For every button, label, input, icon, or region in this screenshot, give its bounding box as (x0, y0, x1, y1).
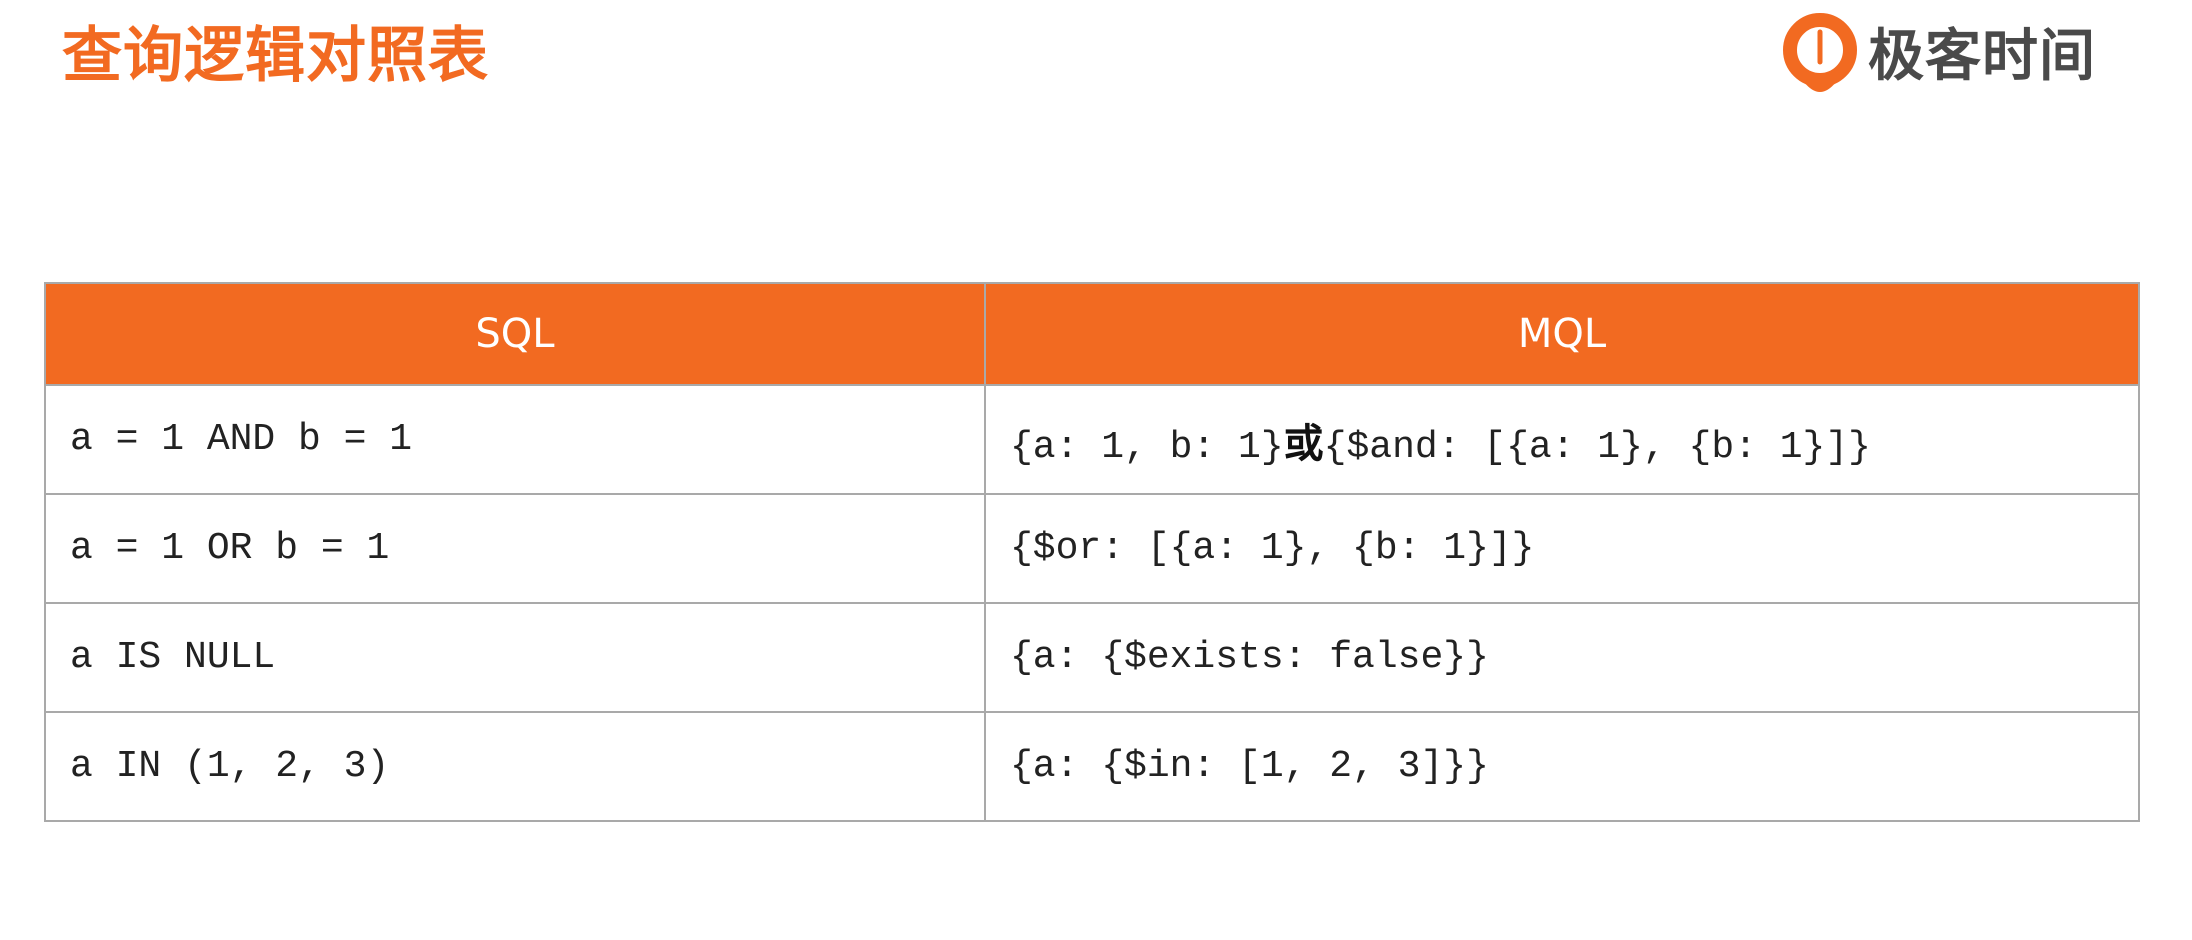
column-header-sql: SQL (44, 282, 986, 386)
page-title: 查询逻辑对照表 (62, 21, 489, 91)
mql-code: {a: 1, b: 1} (1010, 425, 1284, 469)
table-row: a = 1 AND b = 1 {a: 1, b: 1}或{$and: [{a:… (44, 384, 2140, 495)
comparison-table: SQL MQL a = 1 AND b = 1 {a: 1, b: 1}或{$a… (44, 282, 2140, 822)
brand: 极客时间 (1782, 12, 2096, 102)
geektime-logo-icon (1783, 13, 1857, 92)
mql-cell: {a: {$exists: false}} (984, 602, 2140, 713)
brand-name: 极客时间 (1868, 24, 2096, 89)
sql-cell: a IS NULL (44, 602, 986, 713)
or-word: 或 (1283, 420, 1324, 467)
table-row: a IS NULL {a: {$exists: false}} (44, 602, 2140, 713)
table-row: a IN (1, 2, 3) {a: {$in: [1, 2, 3]}} (44, 711, 2140, 822)
mql-cell: {a: {$in: [1, 2, 3]}} (984, 711, 2140, 822)
mql-cell: {a: 1, b: 1}或{$and: [{a: 1}, {b: 1}]} (984, 384, 2140, 495)
sql-cell: a = 1 AND b = 1 (44, 384, 986, 495)
table-row: a = 1 OR b = 1 {$or: [{a: 1}, {b: 1}]} (44, 493, 2140, 604)
table-header-row: SQL MQL (44, 282, 2140, 386)
sql-cell: a IN (1, 2, 3) (44, 711, 986, 822)
mql-code: {$and: [{a: 1}, {b: 1}]} (1323, 425, 1871, 469)
sql-cell: a = 1 OR b = 1 (44, 493, 986, 604)
column-header-mql: MQL (984, 282, 2140, 386)
mql-cell: {$or: [{a: 1}, {b: 1}]} (984, 493, 2140, 604)
